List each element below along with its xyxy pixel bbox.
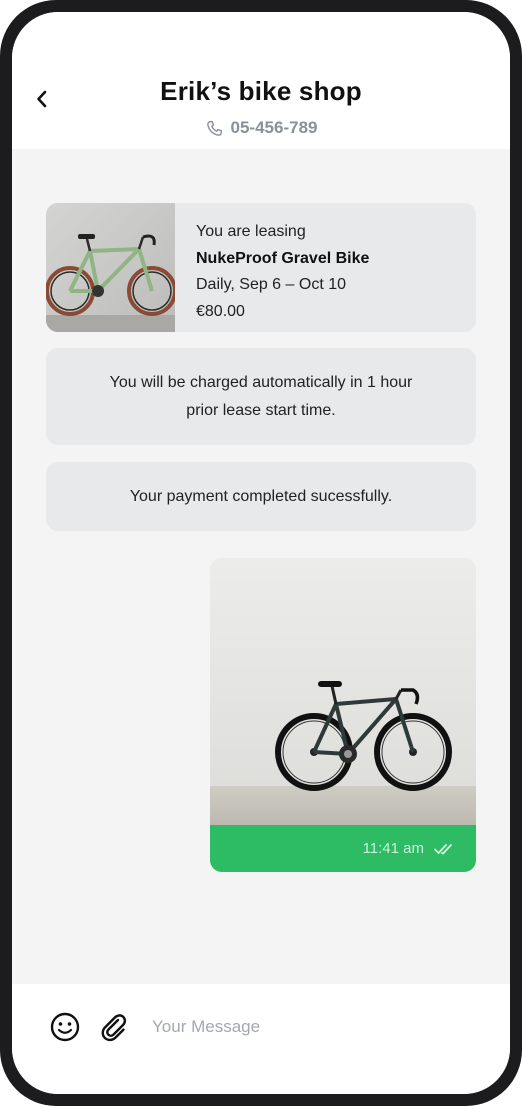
emoji-button[interactable]: [50, 1012, 80, 1042]
chat-header: Erik’s bike shop 05-456-789: [12, 12, 510, 149]
payment-notice-text: Your payment completed sucessfully.: [129, 487, 393, 505]
phone-number-link[interactable]: 05-456-789: [12, 118, 510, 138]
lease-product-name: NukeProof Gravel Bike: [196, 249, 370, 267]
message-input[interactable]: [152, 1008, 472, 1046]
charge-notice-text: You will be charged automatically in 1 h…: [109, 373, 413, 419]
lease-bike-image: [46, 203, 175, 332]
message-timestamp: 11:41 am: [362, 840, 424, 857]
smiley-icon: [50, 1012, 80, 1042]
photo-message[interactable]: 11:41 am: [210, 558, 476, 872]
lease-intro: You are leasing: [196, 223, 306, 240]
lease-card[interactable]: You are leasing NukeProof Gravel Bike Da…: [46, 203, 476, 332]
phone-icon: [206, 120, 222, 136]
chat-screen: Erik’s bike shop 05-456-789 You are leas…: [12, 12, 510, 1094]
lease-period: Daily, Sep 6 – Oct 10: [196, 276, 346, 293]
lease-price: €80.00: [196, 302, 245, 320]
page-title: Erik’s bike shop: [160, 76, 362, 106]
attach-button[interactable]: [99, 1012, 129, 1042]
double-check-icon: [434, 843, 452, 854]
phone-number: 05-456-789: [230, 118, 318, 137]
paperclip-icon: [101, 1014, 127, 1042]
phone-frame: Erik’s bike shop 05-456-789 You are leas…: [0, 0, 522, 1106]
payment-notice-message: Your payment completed sucessfully.: [46, 462, 476, 531]
photo-message-image: [210, 558, 476, 825]
message-composer: [12, 984, 510, 1094]
photo-message-footer: 11:41 am: [210, 825, 476, 872]
lease-details: You are leasing NukeProof Gravel Bike Da…: [196, 219, 369, 325]
charge-notice-message: You will be charged automatically in 1 h…: [46, 348, 476, 445]
